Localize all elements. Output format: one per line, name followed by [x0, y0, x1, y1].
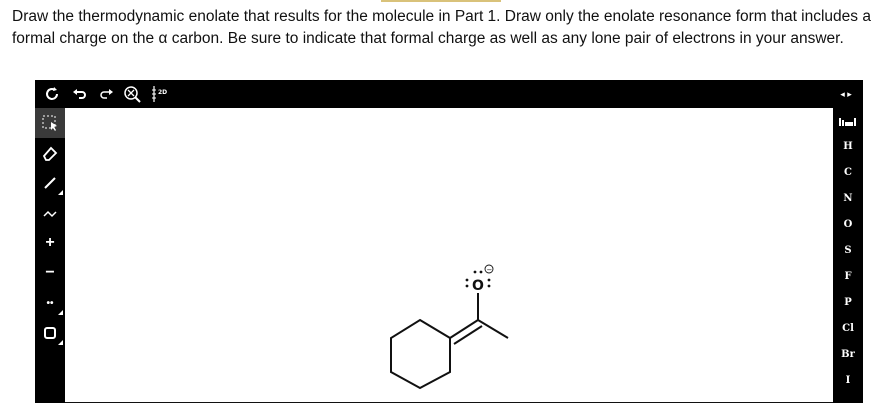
- clear-icon[interactable]: [39, 82, 65, 106]
- select-tool[interactable]: [35, 108, 65, 138]
- atom-c-button[interactable]: C: [833, 160, 863, 184]
- negative-charge-tool[interactable]: −: [35, 258, 65, 288]
- formal-charge-badge: −: [484, 264, 494, 274]
- bond-tool[interactable]: [35, 168, 65, 198]
- atom-i-button[interactable]: I: [833, 368, 863, 392]
- expand-icon[interactable]: ◂ ▸: [833, 82, 859, 106]
- editor-right-atom-bar: H C N O S F P Cl Br I: [833, 108, 863, 403]
- chain-tool[interactable]: [35, 198, 65, 228]
- oxygen-atom[interactable]: O: [472, 278, 484, 294]
- question-text: Draw the thermodynamic enolate that resu…: [12, 8, 871, 47]
- atom-n-button[interactable]: N: [833, 186, 863, 210]
- positive-charge-tool[interactable]: +: [35, 228, 65, 258]
- atom-cl-button[interactable]: Cl: [833, 316, 863, 340]
- alkyl-bonds[interactable]: [477, 293, 509, 339]
- ring-tool[interactable]: [35, 318, 65, 348]
- accent-line: [381, 0, 501, 2]
- lone-pair-tool[interactable]: ••: [35, 288, 65, 318]
- eraser-tool[interactable]: [35, 138, 65, 168]
- undo-icon[interactable]: [67, 82, 93, 106]
- editor-top-toolbar: 2D ◂ ▸: [35, 80, 863, 108]
- zoom-icon[interactable]: [119, 82, 145, 106]
- atom-h-button[interactable]: H: [833, 134, 863, 158]
- atom-s-button[interactable]: S: [833, 238, 863, 262]
- atom-br-button[interactable]: Br: [833, 342, 863, 366]
- lone-pair-tool-label: ••: [46, 297, 54, 309]
- editor-left-toolbar: + − ••: [35, 108, 65, 403]
- atom-p-button[interactable]: P: [833, 290, 863, 314]
- svg-text:2D: 2D: [158, 89, 167, 96]
- atom-f-button[interactable]: F: [833, 264, 863, 288]
- 2d-clean-icon[interactable]: 2D: [147, 82, 173, 106]
- atom-o-button[interactable]: O: [833, 212, 863, 236]
- drawing-canvas[interactable]: O −: [65, 108, 833, 403]
- exocyclic-double-bond[interactable]: [449, 319, 483, 345]
- periodic-table-icon[interactable]: [833, 110, 863, 134]
- cyclohexane-ring[interactable]: [390, 318, 451, 390]
- svg-text:−: −: [487, 266, 493, 274]
- redo-icon[interactable]: [93, 82, 119, 106]
